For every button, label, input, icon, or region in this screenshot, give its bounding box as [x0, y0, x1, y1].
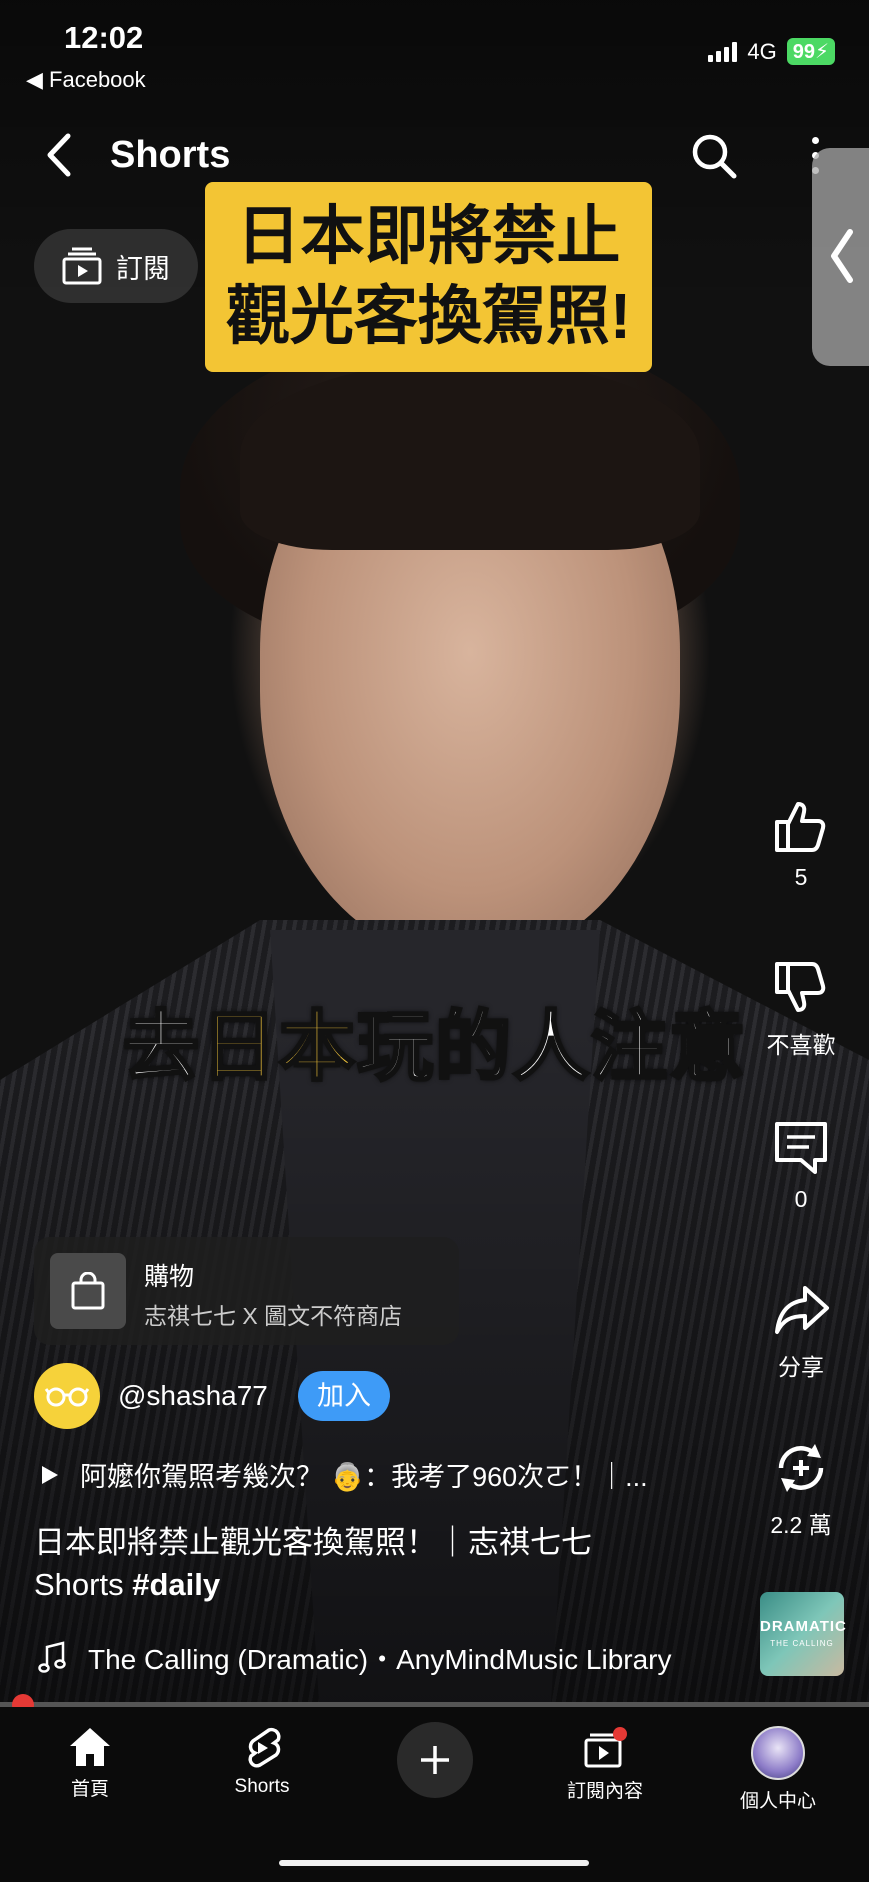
nav-shorts-label: Shorts	[234, 1776, 290, 1797]
plus-icon	[421, 1746, 449, 1774]
nav-subscriptions[interactable]: 訂閱內容	[535, 1726, 675, 1803]
shorts-icon	[248, 1727, 281, 1768]
share-label: 分享	[778, 1354, 824, 1380]
video-subtitle: 去日本玩的人注意	[60, 985, 810, 1095]
related-video-link[interactable]: 阿嬤你駕照考幾次？ 👵：我考了960次ㄛ！｜...	[40, 1455, 648, 1494]
battery-level: 99	[792, 41, 815, 63]
video-title-caption: 日本即將禁止 觀光客換駕照!	[205, 182, 652, 372]
dislike-label: 不喜歡	[766, 1032, 836, 1058]
hashtag-link[interactable]: #daily	[132, 1567, 220, 1602]
home-icon	[70, 1728, 110, 1766]
page-title: Shorts	[110, 134, 231, 176]
thumbs-up-icon	[775, 802, 826, 852]
chip-subscribe-label: 訂閱	[116, 253, 170, 284]
battery-icon: 99⚡	[786, 38, 835, 65]
share-arrow-icon	[775, 1286, 829, 1334]
home-indicator[interactable]	[279, 1860, 589, 1866]
channel-avatar[interactable]	[34, 1363, 100, 1429]
channel-handle[interactable]: @shasha77	[118, 1380, 268, 1412]
shopping-bag-icon	[50, 1253, 126, 1329]
search-icon[interactable]	[690, 132, 738, 180]
nav-subscriptions-label: 訂閱內容	[566, 1781, 643, 1802]
back-to-app-link[interactable]: ◀ Facebook	[26, 67, 146, 93]
thumbs-down-icon	[775, 962, 826, 1012]
comment-count: 0	[794, 1186, 808, 1212]
video-description-text: 日本即將禁止觀光客換駕照！｜志祺七七 Shorts	[34, 1525, 592, 1602]
caption-line-2: 觀光客換駕照!	[225, 280, 632, 352]
comment-icon	[775, 1122, 827, 1174]
music-note-icon	[38, 1641, 66, 1673]
subtitle-part-1: 去	[122, 1004, 201, 1092]
join-button[interactable]: 加入	[298, 1371, 390, 1421]
music-track-title: The Calling (Dramatic)・AnyMindMusic Libr…	[88, 1644, 672, 1675]
nav-profile[interactable]: 個人中心	[708, 1726, 848, 1813]
subtitle-highlight: 日本	[200, 1004, 357, 1092]
nav-profile-label: 個人中心	[739, 1791, 816, 1812]
nav-home-label: 首頁	[70, 1779, 109, 1800]
status-time: 12:02	[64, 20, 144, 55]
related-video-title: 阿嬤你駕照考幾次？ 👵：我考了960次ㄛ！｜...	[80, 1462, 648, 1492]
status-indicators: 4G 99⚡	[708, 38, 835, 65]
nav-shorts[interactable]: Shorts	[192, 1726, 332, 1798]
network-label: 4G	[747, 38, 777, 64]
chip-subscribe[interactable]: 訂閱	[34, 229, 198, 303]
signal-icon	[708, 41, 738, 62]
create-button[interactable]	[397, 1722, 473, 1798]
nav-home[interactable]: 首頁	[20, 1726, 160, 1801]
side-panel-handle[interactable]	[812, 148, 869, 366]
album-art[interactable]: DRAMATIC THE CALLING	[760, 1592, 847, 1676]
comments-button[interactable]: 0	[758, 1118, 844, 1213]
chevron-left-icon	[831, 229, 853, 283]
glasses-icon	[44, 1387, 90, 1407]
remix-button[interactable]: 2.2 萬	[758, 1438, 844, 1540]
dislike-button[interactable]: 不喜歡	[758, 958, 844, 1060]
remix-count: 2.2 萬	[770, 1512, 832, 1538]
shopping-card[interactable]: 購物 志祺七七 X 圖文不符商店	[34, 1237, 459, 1345]
music-track-link[interactable]: The Calling (Dramatic)・AnyMindMusic Libr…	[38, 1638, 672, 1678]
like-count: 5	[794, 864, 808, 890]
shopping-card-title: 購物	[144, 1263, 195, 1291]
remix-icon	[778, 1444, 824, 1492]
shorts-header: Shorts	[0, 120, 869, 190]
profile-avatar	[751, 1726, 805, 1780]
shopping-card-subtitle: 志祺七七 X 圖文不符商店	[144, 1303, 403, 1329]
album-title: DRAMATIC	[760, 1618, 847, 1635]
caption-line-1: 日本即將禁止	[236, 200, 621, 272]
back-arrow-icon[interactable]	[40, 130, 80, 180]
album-subtitle: THE CALLING	[770, 1639, 834, 1648]
video-description[interactable]: 日本即將禁止觀光客換駕照！｜志祺七七 Shorts #daily	[34, 1522, 654, 1606]
subtitle-part-2: 玩的人注意	[356, 1004, 747, 1092]
subscriptions-icon	[62, 247, 102, 285]
subscriptions-icon	[584, 1727, 627, 1768]
like-button[interactable]: 5	[758, 796, 844, 891]
play-icon	[42, 1465, 58, 1484]
share-button[interactable]: 分享	[758, 1280, 844, 1382]
